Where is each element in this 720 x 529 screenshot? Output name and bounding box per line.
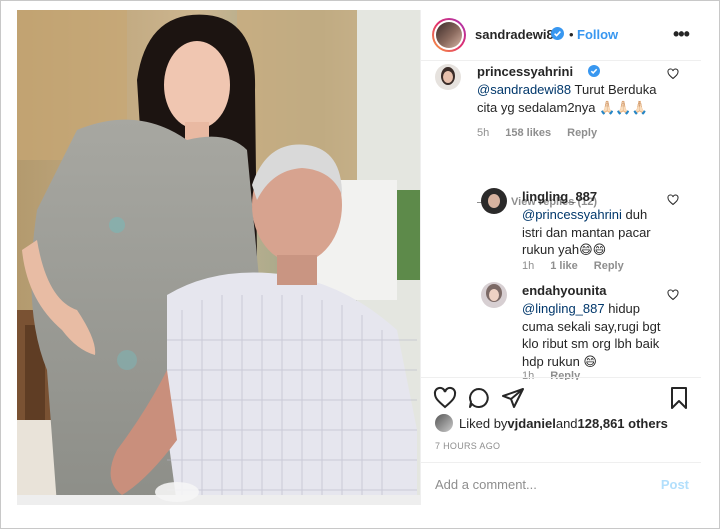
verified-icon <box>588 65 600 77</box>
comment-likes[interactable]: 1 like <box>550 260 578 272</box>
reply-button[interactable]: Reply <box>594 260 624 272</box>
comment-text-line: cuma sekali say,rugi bgt <box>522 318 661 334</box>
heart-icon[interactable] <box>667 289 679 301</box>
post-side-panel: sandradewi88 • Follow ••• princessyahrin… <box>420 10 701 505</box>
comment-icon[interactable] <box>467 386 491 410</box>
post-action-bar <box>421 377 701 417</box>
heart-icon[interactable] <box>667 194 679 206</box>
comment-username[interactable]: lingling_887 <box>522 189 597 204</box>
instagram-post-frame: sandradewi88 • Follow ••• princessyahrin… <box>0 0 720 529</box>
comment-meta: 1h 1 like Reply <box>522 260 624 272</box>
post-comment-button[interactable]: Post <box>661 477 689 492</box>
comment-mention[interactable]: @sandradewi88 <box>477 82 571 97</box>
post-timestamp[interactable]: 7 HOURS AGO <box>435 441 500 451</box>
comment-age: 5h <box>477 127 490 139</box>
comment-text: @sandradewi88 Turut Berduka cita yg seda… <box>477 81 677 116</box>
comment-username[interactable]: princessyahrini <box>477 64 573 79</box>
commenter-avatar[interactable] <box>481 188 507 214</box>
comment-meta: 5h 158 likes Reply <box>477 127 597 139</box>
comment-username[interactable]: endahyounita <box>522 283 607 298</box>
share-icon[interactable] <box>501 386 525 410</box>
comment-text-line: klo ribut sm org lbh baik <box>522 336 660 351</box>
heart-icon[interactable] <box>433 386 457 410</box>
likes-middle: and <box>555 415 578 431</box>
comment-input[interactable]: Add a comment... <box>435 477 537 492</box>
commenter-avatar[interactable] <box>435 64 461 90</box>
author-username[interactable]: sandradewi88 <box>475 27 561 42</box>
comment-text-line: cita yg sedalam2nya 🙏🏻🙏🏻🙏🏻 <box>477 99 648 115</box>
follow-button[interactable]: Follow <box>577 27 618 42</box>
likes-count[interactable]: 128,861 others <box>578 416 668 431</box>
reply-button[interactable]: Reply <box>567 127 597 139</box>
post-photo[interactable] <box>17 10 420 505</box>
comment-mention[interactable]: @lingling_887 <box>522 301 605 316</box>
comment-age: 1h <box>522 260 535 272</box>
comment-text-line: hidup <box>604 301 641 316</box>
comment-text-line: hdp rukun 😄 <box>522 353 597 369</box>
commenter-avatar[interactable] <box>481 282 507 308</box>
liker-username[interactable]: vjdaniel <box>507 416 555 431</box>
author-avatar[interactable] <box>432 18 466 52</box>
comment-text-line: istri dan mantan pacar <box>522 224 651 240</box>
comments-list[interactable]: princessyahrini @sandradewi88 Turut Berd… <box>421 62 701 380</box>
separator-dot: • <box>569 27 574 42</box>
post-photo-image <box>17 10 420 505</box>
liker-avatar[interactable] <box>435 414 453 432</box>
comment-text-line: duh <box>621 207 648 222</box>
verified-icon <box>551 27 564 40</box>
bookmark-icon[interactable] <box>667 386 691 410</box>
comment-text-line: Turut Berduka <box>571 82 657 97</box>
heart-icon[interactable] <box>667 68 679 80</box>
comment-mention[interactable]: @princessyahrini <box>522 207 622 222</box>
comment-text: @lingling_887 hidup cuma sekali say,rugi… <box>522 300 672 370</box>
comment-text-line: rukun yah😄😄 <box>522 242 607 257</box>
likes-summary: Liked by vjdaniel and 128,861 others <box>435 414 668 432</box>
comment-likes[interactable]: 158 likes <box>505 127 551 139</box>
add-comment-bar: Add a comment... Post <box>421 462 701 505</box>
likes-prefix: Liked by <box>459 415 508 431</box>
post-header: sandradewi88 • Follow ••• <box>421 10 701 61</box>
comment-text: @princessyahrini duh istri dan mantan pa… <box>522 206 672 259</box>
more-icon[interactable]: ••• <box>673 24 690 45</box>
